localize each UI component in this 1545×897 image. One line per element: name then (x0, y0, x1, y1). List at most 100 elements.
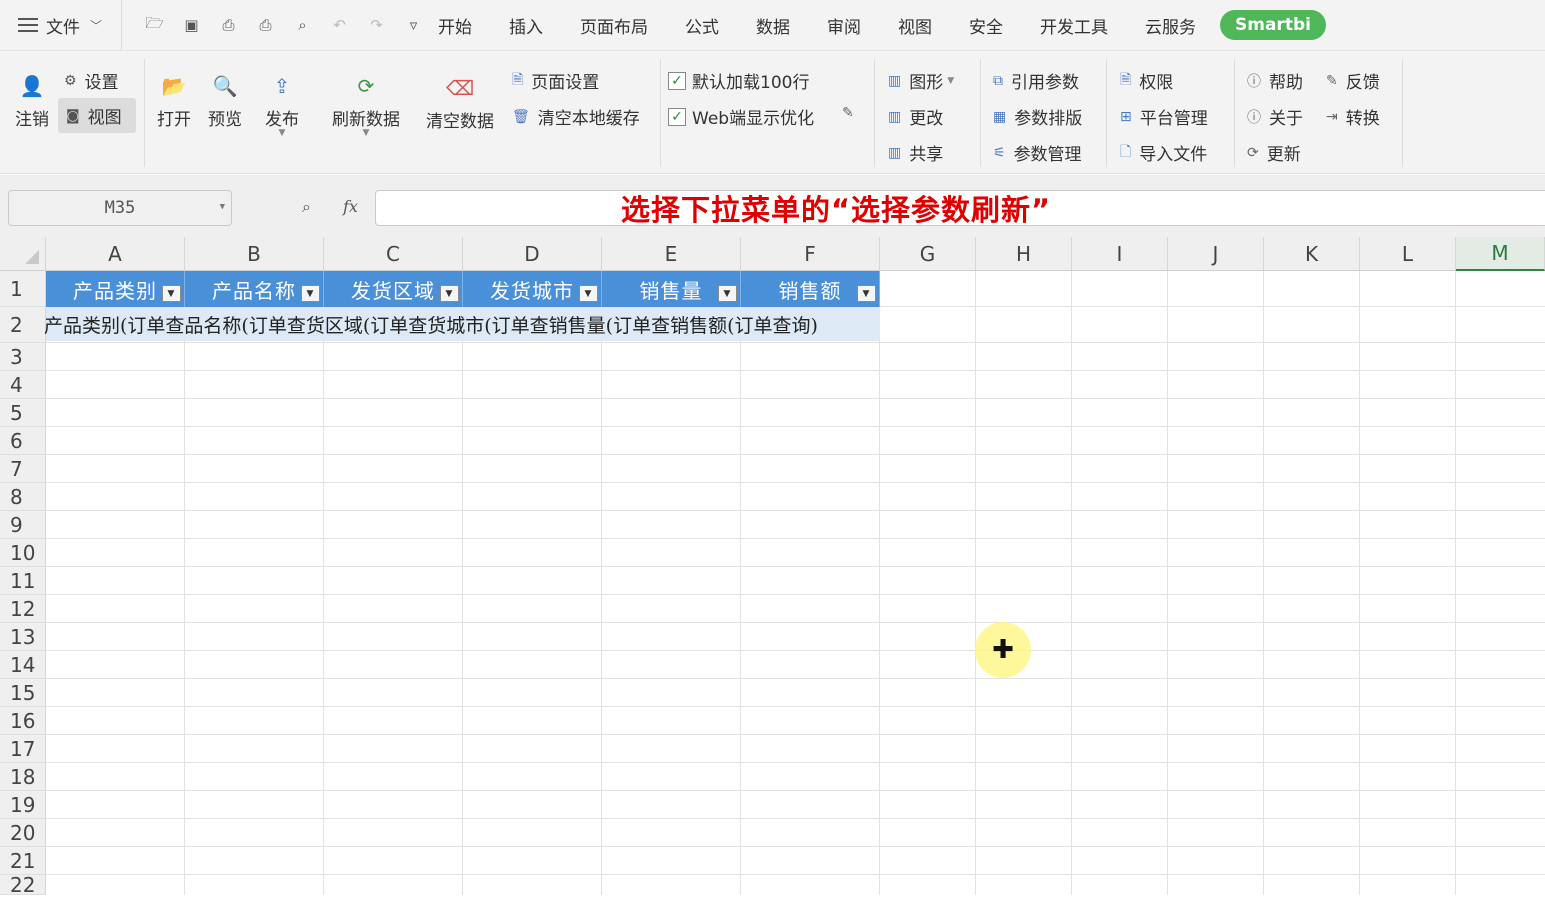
row-header-4[interactable]: 4 (0, 371, 46, 399)
row-header-12[interactable]: 12 (0, 595, 46, 623)
row-header-13[interactable]: 13 (0, 623, 46, 651)
header-cell-e1[interactable]: 销售量 ▼ (602, 271, 741, 307)
row-header-15[interactable]: 15 (0, 679, 46, 707)
tab-insert[interactable]: 插入 (509, 13, 543, 38)
web-optimize-checkbox[interactable]: ✓ Web端显示优化 (668, 104, 814, 129)
row-header-17[interactable]: 17 (0, 735, 46, 763)
name-box[interactable]: M35 ▼ (8, 190, 232, 226)
row-header-16[interactable]: 16 (0, 707, 46, 735)
formula-input[interactable]: 选择下拉菜单的“选择参数刷新” (375, 190, 1545, 227)
header-cell-b1[interactable]: 产品名称 ▼ (185, 271, 324, 307)
undo-icon[interactable]: ↶ (321, 10, 358, 40)
help-button[interactable]: ⓘ 帮助 (1247, 68, 1303, 93)
change-button[interactable]: ▥ 更改 (888, 104, 943, 130)
column-header-d[interactable]: D (463, 237, 602, 271)
header-cell-d1[interactable]: 发货城市 ▼ (463, 271, 602, 307)
row-header-14[interactable]: 14 (0, 651, 46, 679)
share-button[interactable]: ▥ 共享 (888, 140, 943, 166)
refresh-data-button[interactable]: ⟳ 刷新数据 ▼ (326, 67, 406, 138)
clear-data-button[interactable]: ⌫ 清空数据 (420, 69, 500, 132)
tab-review[interactable]: 审阅 (827, 13, 861, 38)
row-header-2[interactable]: 2 (0, 307, 46, 343)
save-icon[interactable]: ▣ (173, 10, 210, 40)
default-load-checkbox[interactable]: ✓ 默认加载100行 (668, 68, 809, 93)
filter-dropdown-icon[interactable]: ▼ (301, 285, 320, 302)
tab-view[interactable]: 视图 (898, 13, 932, 38)
import-file-button[interactable]: 🗋 导入文件 (1120, 140, 1207, 166)
header-cell-a1[interactable]: 产品类别 ▼ (46, 271, 185, 307)
tab-formulas[interactable]: 公式 (685, 13, 719, 38)
param-manage-button[interactable]: ⚟ 参数管理 (993, 140, 1082, 166)
tab-developer[interactable]: 开发工具 (1040, 13, 1108, 38)
function-fx-icon[interactable]: fx (343, 197, 358, 216)
row-header-21[interactable]: 21 (0, 847, 46, 875)
feedback-button[interactable]: ✎ 反馈 (1326, 68, 1380, 94)
row-header-19[interactable]: 19 (0, 791, 46, 819)
column-header-l[interactable]: L (1360, 237, 1456, 271)
print-preview-icon[interactable]: ⌕ (284, 10, 321, 40)
row-header-3[interactable]: 3 (0, 343, 46, 371)
filter-dropdown-icon[interactable]: ▼ (857, 285, 876, 302)
row-header-7[interactable]: 7 (0, 455, 46, 483)
column-header-e[interactable]: E (602, 237, 741, 271)
permission-button[interactable]: 🗎 权限 (1120, 68, 1173, 94)
row-header-22[interactable]: 22 (0, 873, 46, 897)
param-layout-button[interactable]: ▦ 参数排版 (993, 104, 1082, 130)
tab-data[interactable]: 数据 (756, 13, 790, 38)
row-header-8[interactable]: 8 (0, 483, 46, 511)
ref-params-button[interactable]: ⧉ 引用参数 (993, 68, 1079, 94)
zoom-search-icon[interactable]: ⌕ (302, 197, 311, 217)
tab-cloud-service[interactable]: 云服务 (1145, 13, 1196, 38)
export-pdf-icon[interactable]: ⎙ (210, 10, 247, 40)
select-all-corner[interactable] (0, 237, 46, 271)
column-header-f[interactable]: F (741, 237, 880, 271)
row-header-6[interactable]: 6 (0, 427, 46, 455)
column-header-i[interactable]: I (1072, 237, 1168, 271)
row-header-10[interactable]: 10 (0, 539, 46, 567)
row-header-1[interactable]: 1 (0, 271, 46, 307)
tab-page-layout[interactable]: 页面布局 (580, 13, 648, 38)
column-header-g[interactable]: G (880, 237, 976, 271)
convert-button[interactable]: ⇥ 转换 (1326, 104, 1380, 130)
row-header-11[interactable]: 11 (0, 567, 46, 595)
tab-smartbi[interactable]: Smartbi (1220, 10, 1326, 40)
column-header-k[interactable]: K (1264, 237, 1360, 271)
header-cell-f1[interactable]: 销售额 ▼ (741, 271, 880, 307)
column-header-h[interactable]: H (976, 237, 1072, 271)
clear-cache-button[interactable]: 🗑 清空本地缓存 (512, 104, 640, 130)
chart-button[interactable]: ▥ 图形 ▼ (888, 68, 954, 94)
update-button[interactable]: ⟳ 更新 (1247, 140, 1301, 166)
settings-button[interactable]: ⚙ 设置 (64, 68, 119, 94)
column-header-m[interactable]: M (1456, 237, 1545, 271)
file-menu[interactable]: 文件 ﹀ (0, 0, 122, 50)
edit-pencil-icon[interactable]: ✎ (842, 105, 854, 121)
redo-icon[interactable]: ↷ (358, 10, 395, 40)
logout-button[interactable]: 👤 注销 (10, 67, 54, 130)
row-header-5[interactable]: 5 (0, 399, 46, 427)
row-header-9[interactable]: 9 (0, 511, 46, 539)
column-header-a[interactable]: A (46, 237, 185, 271)
publish-button[interactable]: ⇪ 发布 ▼ (260, 67, 304, 138)
open-button[interactable]: 📂 打开 (154, 67, 194, 130)
caret-down-icon[interactable]: ▼ (220, 202, 225, 212)
filter-dropdown-icon[interactable]: ▼ (162, 285, 181, 302)
column-header-c[interactable]: C (324, 237, 463, 271)
view-button[interactable]: ◙ 视图 (58, 98, 136, 133)
row-header-18[interactable]: 18 (0, 763, 46, 791)
header-cell-c1[interactable]: 发货区域 ▼ (324, 271, 463, 307)
open-folder-icon[interactable]: 🗁 (136, 10, 173, 40)
filter-dropdown-icon[interactable]: ▼ (579, 285, 598, 302)
filter-dropdown-icon[interactable]: ▼ (440, 285, 459, 302)
customize-toolbar-icon[interactable]: ▿ (395, 10, 432, 40)
about-button[interactable]: ⓘ 关于 (1247, 104, 1303, 129)
page-setup-button[interactable]: 🗎 页面设置 (512, 68, 599, 94)
tab-security[interactable]: 安全 (969, 13, 1003, 38)
print-icon[interactable]: ⎙ (247, 10, 284, 40)
column-header-j[interactable]: J (1168, 237, 1264, 271)
column-header-b[interactable]: B (185, 237, 324, 271)
platform-manage-button[interactable]: ⊞ 平台管理 (1120, 104, 1208, 130)
preview-button[interactable]: 🔍 预览 (204, 67, 246, 130)
row-header-20[interactable]: 20 (0, 819, 46, 847)
tab-home[interactable]: 开始 (438, 13, 472, 38)
filter-dropdown-icon[interactable]: ▼ (718, 285, 737, 302)
